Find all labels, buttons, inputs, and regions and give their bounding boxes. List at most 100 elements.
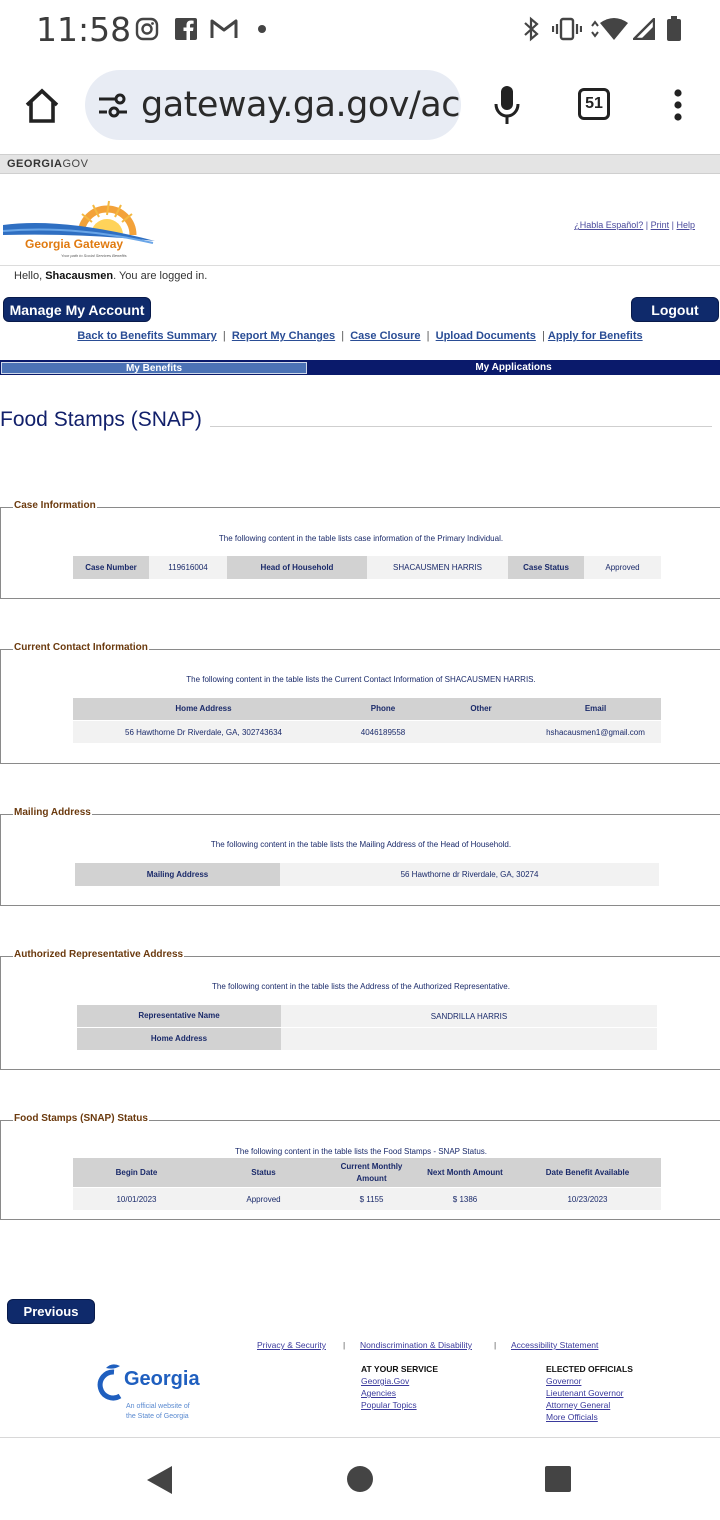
agencies-link[interactable]: Agencies [361, 1387, 438, 1399]
username: Shacausmen [45, 270, 114, 282]
gmail-icon [210, 16, 238, 42]
table-header: Date Benefit Available [514, 1158, 661, 1187]
phone-value: 4046189558 [334, 721, 432, 743]
section-description: The following content in the table lists… [235, 1147, 487, 1156]
footer-heading: AT YOUR SERVICE [361, 1364, 438, 1374]
table-header: Current Monthly Amount [327, 1158, 416, 1187]
case-status-value: Approved [584, 556, 661, 579]
footer-heading: ELECTED OFFICIALS [546, 1364, 633, 1374]
title-divider [210, 426, 712, 427]
url-bar[interactable]: gateway.ga.gov/ac [85, 70, 461, 140]
other-value [432, 721, 530, 743]
section-legend: Case Information [13, 500, 97, 511]
nondiscrimination-link[interactable]: Nondiscrimination & Disability [360, 1340, 472, 1350]
table-header: Email [530, 698, 661, 720]
manage-account-button[interactable]: Manage My Account [3, 297, 151, 322]
previous-button[interactable]: Previous [7, 1299, 95, 1324]
tab-my-applications[interactable]: My Applications [307, 362, 720, 374]
table-header: Other [432, 698, 530, 720]
facebook-icon [173, 16, 199, 42]
section-legend: Mailing Address [13, 807, 92, 818]
snap-status-section: Food Stamps (SNAP) Status The following … [0, 1113, 720, 1220]
back-icon[interactable] [145, 1464, 175, 1496]
overflow-menu-icon[interactable] [668, 88, 688, 124]
more-officials-link[interactable]: More Officials [546, 1411, 633, 1423]
battery-icon [664, 16, 684, 42]
help-link[interactable]: Help [676, 220, 695, 230]
head-of-household-value: SHACAUSMEN HARRIS [367, 556, 508, 579]
head-of-household-label: Head of Household [227, 556, 367, 579]
next-amount-value: $ 1386 [416, 1188, 514, 1210]
status-value: Approved [200, 1188, 327, 1210]
url-text[interactable]: gateway.ga.gov/ac [141, 85, 460, 125]
tabs-icon[interactable]: 51 [578, 88, 610, 120]
system-navigation-bar [0, 1438, 720, 1520]
table-header: Phone [334, 698, 432, 720]
mic-icon[interactable] [492, 84, 522, 128]
section-legend: Authorized Representative Address [13, 949, 185, 960]
privacy-security-link[interactable]: Privacy & Security [257, 1340, 326, 1350]
header-divider [0, 265, 720, 266]
governor-link[interactable]: Governor [546, 1375, 633, 1387]
table-header: Begin Date [73, 1158, 200, 1187]
greeting: Hello, Shacausmen. You are logged in. [14, 270, 208, 282]
georgia-logo-text: Georgia [124, 1368, 200, 1390]
section-description: The following content in the table lists… [218, 534, 504, 543]
accessibility-link[interactable]: Accessibility Statement [511, 1340, 598, 1350]
footer-elected-officials: ELECTED OFFICIALS Governor Lieutenant Go… [546, 1363, 633, 1423]
page-title: Food Stamps (SNAP) [0, 408, 202, 431]
site-settings-icon[interactable] [97, 92, 129, 120]
home-icon[interactable] [22, 86, 62, 126]
begin-date-value: 10/01/2023 [73, 1188, 200, 1210]
section-description: The following content in the table lists… [212, 982, 510, 991]
mailing-address-section: Mailing Address The following content in… [0, 807, 720, 906]
popular-topics-link[interactable]: Popular Topics [361, 1399, 438, 1411]
benefit-date-value: 10/23/2023 [514, 1188, 661, 1210]
mailing-address-label: Mailing Address [75, 863, 280, 886]
case-status-label: Case Status [508, 556, 584, 579]
authorized-representative-section: Authorized Representative Address The fo… [0, 949, 720, 1070]
table-header: Next Month Amount [416, 1158, 514, 1187]
nav-back-to-summary[interactable]: Back to Benefits Summary [77, 330, 216, 342]
attorney-general-link[interactable]: Attorney General [546, 1399, 633, 1411]
browser-toolbar: gateway.ga.gov/ac 51 [0, 56, 720, 154]
vibrate-icon [552, 16, 582, 42]
home-nav-icon[interactable] [346, 1465, 374, 1493]
current-amount-value: $ 1155 [327, 1188, 416, 1210]
representative-name-value: SANDRILLA HARRIS [281, 1005, 657, 1027]
header-links: ¿Habla Español? | Print | Help [574, 220, 695, 230]
bluetooth-icon [520, 16, 542, 42]
contact-information-section: Current Contact Information The followin… [0, 642, 720, 764]
representative-address-label: Home Address [77, 1028, 281, 1050]
signal-icon [632, 16, 656, 42]
home-address-value: 56 Hawthorne Dr Riverdale, GA, 302743634 [73, 721, 334, 743]
nav-upload-documents[interactable]: Upload Documents [436, 330, 536, 342]
georgia-gov-label: GEORGIAGOV [7, 158, 89, 170]
georgia-gov-strip: GEORGIAGOV [0, 154, 720, 174]
benefits-nav: Back to Benefits Summary | Report My Cha… [77, 330, 643, 342]
case-number-value: 119616004 [149, 556, 227, 579]
tab-my-benefits[interactable]: My Benefits [1, 362, 307, 374]
logout-button[interactable]: Logout [631, 297, 719, 322]
recents-icon[interactable] [544, 1465, 572, 1493]
section-description: The following content in the table lists… [210, 840, 512, 849]
section-legend: Food Stamps (SNAP) Status [13, 1113, 149, 1124]
nav-apply-benefits[interactable]: Apply for Benefits [548, 330, 643, 342]
status-time: 11:58 [36, 10, 132, 49]
lieutenant-governor-link[interactable]: Lieutenant Governor [546, 1387, 633, 1399]
logo-text: Georgia Gateway [25, 237, 124, 251]
georgia-gateway-logo[interactable]: Georgia Gateway Your path to Social Serv… [2, 195, 155, 261]
representative-address-value [281, 1028, 657, 1050]
section-legend: Current Contact Information [13, 642, 149, 653]
habla-espanol-link[interactable]: ¿Habla Español? [574, 220, 643, 230]
status-bar: 11:58 [0, 0, 720, 56]
georgia-gov-link[interactable]: Georgia.Gov [361, 1375, 438, 1387]
georgia-tagline-2: the State of Georgia [126, 1413, 189, 1420]
case-information-section: Case Information The following content i… [0, 500, 720, 599]
print-link[interactable]: Print [651, 220, 670, 230]
nav-case-closure[interactable]: Case Closure [350, 330, 420, 342]
georgia-gov-logo[interactable]: Georgia An official website of the State… [92, 1362, 222, 1424]
instagram-icon [134, 16, 160, 42]
logo-tagline: Your path to Social Services Benefits [61, 253, 127, 258]
nav-report-changes[interactable]: Report My Changes [232, 330, 335, 342]
